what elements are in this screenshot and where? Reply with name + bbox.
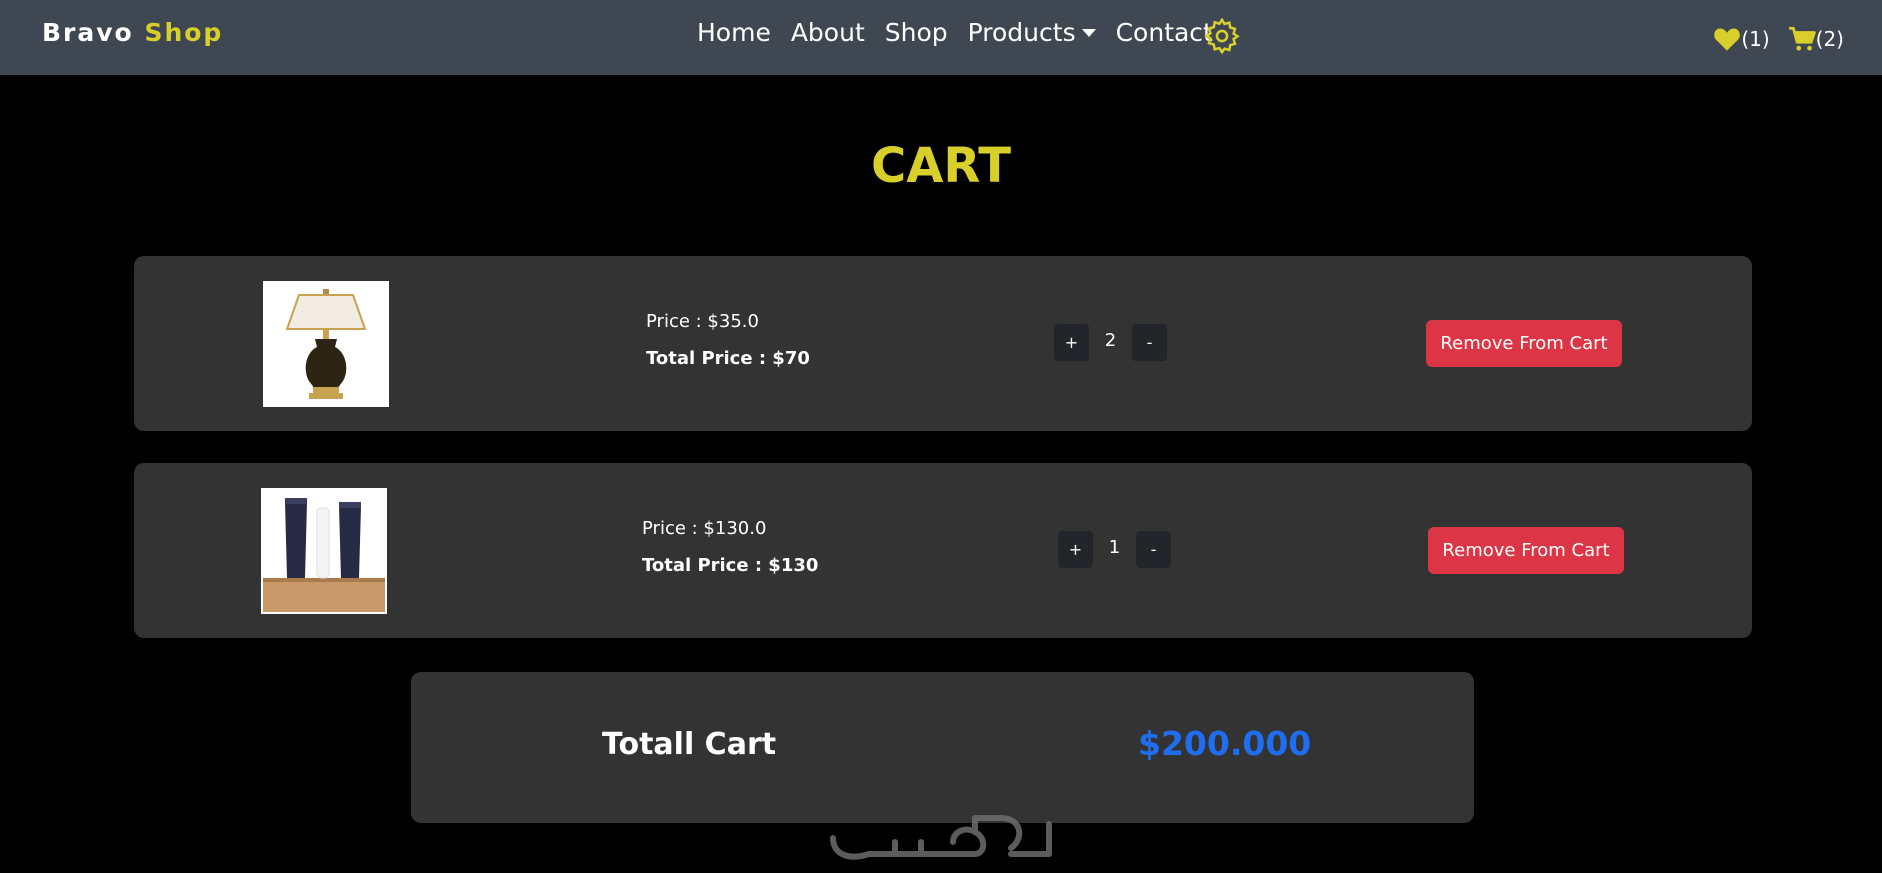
price-block: Price : $35.0 Total Price : $70 bbox=[646, 311, 810, 369]
nav-link-products-label: Products bbox=[967, 18, 1076, 47]
nav-link-home[interactable]: Home bbox=[697, 18, 771, 47]
nav-link-contact[interactable]: Contact bbox=[1116, 18, 1213, 47]
nav-links: Home About Shop Products Contact bbox=[697, 18, 1233, 47]
nav-link-about[interactable]: About bbox=[791, 18, 865, 47]
shopping-cart-icon bbox=[1788, 26, 1816, 51]
item-total-price: Total Price : $70 bbox=[646, 348, 810, 369]
quantity-stepper: + 2 - bbox=[1054, 324, 1167, 361]
unit-price: Price : $130.0 bbox=[642, 518, 767, 539]
cart-total-box: Totall Cart $200.000 bbox=[411, 672, 1474, 823]
heart-icon bbox=[1714, 28, 1741, 51]
caret-down-icon bbox=[1081, 28, 1096, 37]
price-block: Price : $130.0 Total Price : $130 bbox=[642, 518, 818, 576]
watermark-logo bbox=[830, 815, 1052, 860]
cart-total-value: $200.000 bbox=[1138, 724, 1312, 763]
remove-from-cart-button[interactable]: Remove From Cart bbox=[1426, 320, 1622, 367]
quantity-value: 1 bbox=[1108, 537, 1121, 558]
nav-link-shop[interactable]: Shop bbox=[885, 18, 948, 47]
brand-name-part2: Shop bbox=[144, 18, 224, 47]
item-total-price: Total Price : $130 bbox=[642, 555, 819, 576]
quantity-stepper: + 1 - bbox=[1058, 531, 1171, 568]
brand-name-part1: Bravo bbox=[42, 18, 134, 47]
wishlist-link[interactable]: (1) bbox=[1713, 26, 1770, 52]
cart-item: Price : $35.0 Total Price : $70 + 2 - Re… bbox=[134, 256, 1752, 431]
brand-logo[interactable]: Bravo Shop bbox=[42, 18, 223, 47]
product-image-lamp bbox=[263, 281, 389, 407]
product-image-skincare bbox=[261, 488, 387, 614]
navbar: Bravo Shop Home About Shop Products Cont… bbox=[0, 0, 1882, 75]
page-title: CART bbox=[871, 138, 1011, 194]
decrease-quantity-button[interactable]: - bbox=[1136, 531, 1171, 568]
increase-quantity-button[interactable]: + bbox=[1058, 531, 1093, 568]
wishlist-count: (1) bbox=[1741, 27, 1770, 51]
cart-link[interactable]: (2) bbox=[1788, 26, 1844, 52]
increase-quantity-button[interactable]: + bbox=[1054, 324, 1089, 361]
remove-from-cart-button[interactable]: Remove From Cart bbox=[1428, 527, 1624, 574]
decrease-quantity-button[interactable]: - bbox=[1132, 324, 1167, 361]
cart-count: (2) bbox=[1815, 27, 1844, 51]
header-icons: (1) (2) bbox=[1695, 26, 1844, 52]
cart-item: Price : $130.0 Total Price : $130 + 1 - … bbox=[134, 463, 1752, 638]
cart-total-label: Totall Cart bbox=[602, 727, 777, 762]
unit-price: Price : $35.0 bbox=[646, 311, 759, 332]
gear-icon[interactable] bbox=[1203, 17, 1241, 55]
quantity-value: 2 bbox=[1104, 330, 1117, 351]
nav-dropdown-products[interactable]: Products bbox=[968, 18, 1096, 47]
